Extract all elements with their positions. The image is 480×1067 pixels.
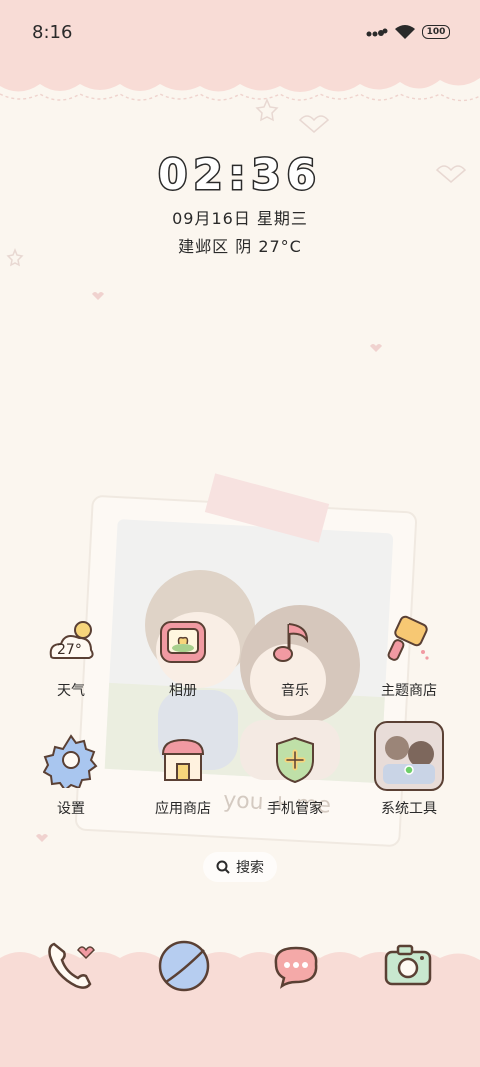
theme-store-icon [387,615,429,661]
wifi-icon [395,25,415,39]
messages-icon[interactable] [266,936,326,996]
clock-date: 09月16日 星期三 [172,209,308,228]
clock-time: 02:36 [157,149,322,201]
status-time: 8:16 [32,22,73,43]
camera-icon[interactable] [378,936,438,996]
app-label: 音乐 [281,683,309,699]
app-store-icon [161,738,205,781]
status-bar: 8:16 100 [0,0,480,66]
weather-icon: 27° [49,621,94,659]
app-theme-store[interactable]: 主题商店 [354,614,464,700]
search-icon [216,860,230,874]
signal-icon [366,28,388,37]
app-system-tools-folder[interactable]: 系统工具 [354,720,464,818]
app-label: 手机管家 [267,801,323,817]
app-label: 相册 [169,683,197,699]
app-phone-manager[interactable]: 手机管家 [240,732,350,818]
phone-icon[interactable] [42,936,102,996]
app-label: 主题商店 [381,683,437,699]
battery-icon: 100 [422,25,450,39]
dock [0,936,480,1006]
system-tools-icon [374,721,444,791]
app-music[interactable]: 音乐 [240,614,350,700]
app-label: 系统工具 [381,801,437,817]
phone-manager-icon [276,736,314,784]
app-weather[interactable]: 27° 天气 [16,614,126,700]
app-label: 应用商店 [155,801,211,817]
browser-icon[interactable] [154,936,214,996]
clock-widget[interactable]: 02:36 09月16日 星期三 建邺区 阴 27°C [0,149,480,257]
app-label: 设置 [57,801,85,817]
gallery-icon [160,621,206,663]
clock-weather: 建邺区 阴 27°C [178,237,302,256]
app-app-store[interactable]: 应用商店 [128,732,238,818]
settings-icon [42,734,98,792]
music-icon [273,623,309,662]
app-gallery[interactable]: 相册 [128,614,238,700]
app-settings[interactable]: 设置 [16,732,126,818]
search-button[interactable]: 搜索 [203,852,277,882]
app-label: 天气 [57,683,85,699]
svg-text:27°: 27° [57,642,82,658]
search-label: 搜索 [236,860,264,876]
